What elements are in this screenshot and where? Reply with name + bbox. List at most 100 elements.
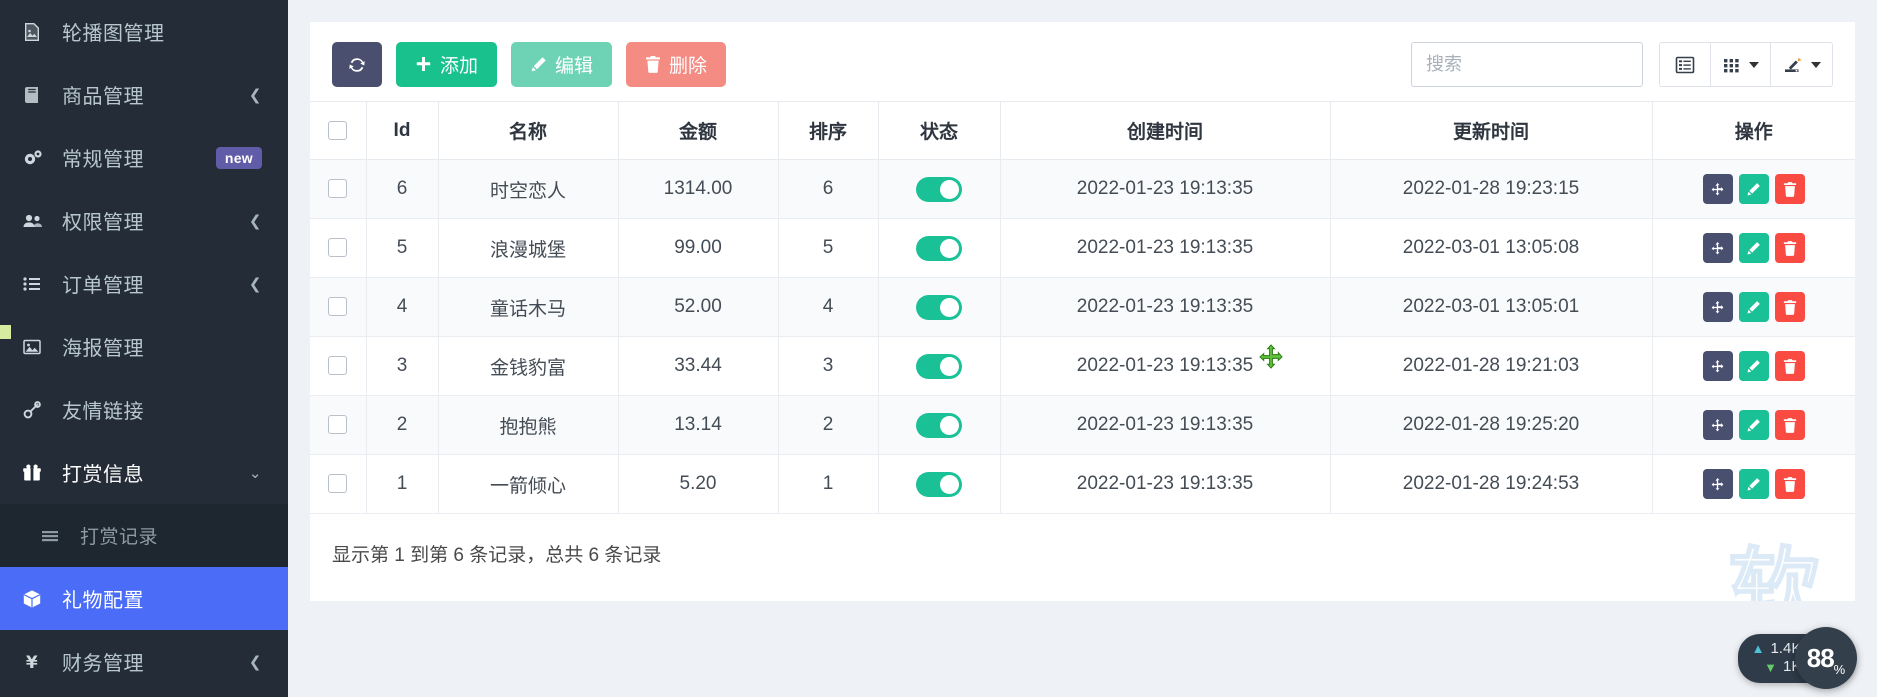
row-move-button[interactable] [1703, 351, 1733, 381]
row-checkbox[interactable] [328, 415, 347, 434]
cell-sort: 4 [778, 278, 878, 337]
sidebar-item-label: 海报管理 [62, 332, 262, 361]
sidebar-badge-new: new [216, 147, 262, 169]
row-edit-button[interactable] [1739, 469, 1769, 499]
sidebar-item-permissions[interactable]: 权限管理 ❮ [0, 189, 288, 252]
cell-actions [1652, 278, 1855, 337]
sidebar-item-gift-config[interactable]: 礼物配置 [0, 567, 288, 630]
cell-name: 时空恋人 [438, 160, 618, 219]
columns-dropdown-button[interactable] [1710, 42, 1771, 87]
select-all-checkbox[interactable] [328, 121, 347, 140]
cpu-percent-suffix: % [1834, 662, 1846, 677]
table-header-row: Id 名称 金额 排序 状态 创建时间 更新时间 操作 [310, 102, 1855, 160]
status-toggle[interactable] [916, 236, 962, 261]
table-row[interactable]: 5浪漫城堡99.0052022-01-23 19:13:352022-03-01… [310, 219, 1855, 278]
row-delete-button[interactable] [1775, 174, 1805, 204]
status-toggle[interactable] [916, 413, 962, 438]
cell-status [878, 219, 1000, 278]
row-delete-button[interactable] [1775, 292, 1805, 322]
users-icon [22, 211, 50, 231]
table-toolbar: 添加 编辑 删除 [310, 22, 1855, 101]
row-edit-button[interactable] [1739, 292, 1769, 322]
sidebar-item-reward-info[interactable]: 打赏信息 ⌄ [0, 441, 288, 504]
table-row[interactable]: 4童话木马52.0042022-01-23 19:13:352022-03-01… [310, 278, 1855, 337]
row-checkbox[interactable] [328, 474, 347, 493]
status-toggle[interactable] [916, 354, 962, 379]
status-toggle[interactable] [916, 472, 962, 497]
table-row[interactable]: 1一箭倾心5.2012022-01-23 19:13:352022-01-28 … [310, 455, 1855, 514]
row-delete-button[interactable] [1775, 410, 1805, 440]
col-sort[interactable]: 排序 [778, 102, 878, 160]
cell-id: 3 [366, 337, 438, 396]
cpu-percent-value: 88 [1807, 643, 1834, 674]
upload-speed: 1.4K/s [1770, 640, 1813, 659]
row-delete-button[interactable] [1775, 233, 1805, 263]
col-name[interactable]: 名称 [438, 102, 618, 160]
search-input[interactable] [1411, 42, 1643, 87]
row-checkbox[interactable] [328, 297, 347, 316]
network-monitor-widget[interactable]: ▲ 1.4K/s ▼ 1K/s 88 % [1738, 634, 1855, 684]
cpu-usage-dial[interactable]: 88 % [1795, 627, 1857, 689]
cell-created: 2022-01-23 19:13:35 [1000, 160, 1330, 219]
row-move-button[interactable] [1703, 410, 1733, 440]
col-id[interactable]: Id [366, 102, 438, 160]
export-dropdown-button[interactable] [1770, 42, 1833, 87]
sidebar-item-general[interactable]: 常规管理 new [0, 126, 288, 189]
sidebar-item-orders[interactable]: 订单管理 ❮ [0, 252, 288, 315]
detail-view-button[interactable] [1659, 42, 1711, 87]
upload-row: ▲ 1.4K/s [1752, 640, 1813, 659]
col-updated[interactable]: 更新时间 [1330, 102, 1652, 160]
sidebar-item-carousel[interactable]: 轮播图管理 [0, 0, 288, 63]
row-move-button[interactable] [1703, 292, 1733, 322]
col-status[interactable]: 状态 [878, 102, 1000, 160]
cell-sort: 1 [778, 455, 878, 514]
row-checkbox[interactable] [328, 179, 347, 198]
row-checkbox[interactable] [328, 356, 347, 375]
chevron-left-icon: ❮ [249, 653, 262, 671]
row-edit-button[interactable] [1739, 351, 1769, 381]
sidebar-item-finance[interactable]: ¥ 财务管理 ❮ [0, 630, 288, 693]
sidebar-item-reward-records[interactable]: 打赏记录 [0, 504, 288, 567]
row-delete-button[interactable] [1775, 469, 1805, 499]
row-edit-button[interactable] [1739, 410, 1769, 440]
col-created[interactable]: 创建时间 [1000, 102, 1330, 160]
book-icon [22, 85, 50, 105]
cell-created: 2022-01-23 19:13:35 [1000, 278, 1330, 337]
sidebar-item-links[interactable]: 友情链接 [0, 378, 288, 441]
row-delete-button[interactable] [1775, 351, 1805, 381]
caret-down-icon [1749, 62, 1759, 68]
detail-list-icon [1675, 55, 1695, 75]
row-edit-button[interactable] [1739, 174, 1769, 204]
status-toggle[interactable] [916, 295, 962, 320]
image-file-icon [22, 22, 50, 42]
arrow-down-icon: ▼ [1764, 660, 1777, 676]
row-move-button[interactable] [1703, 233, 1733, 263]
sidebar-item-products[interactable]: 商品管理 ❮ [0, 63, 288, 126]
cell-created: 2022-01-23 19:13:35 [1000, 396, 1330, 455]
export-icon [1782, 55, 1804, 75]
row-move-button[interactable] [1703, 174, 1733, 204]
delete-label: 删除 [669, 51, 707, 78]
cell-actions [1652, 455, 1855, 514]
edit-button[interactable]: 编辑 [511, 42, 612, 87]
cell-amount: 33.44 [618, 337, 778, 396]
delete-button[interactable]: 删除 [626, 42, 726, 87]
download-row: ▼ 1K/s [1752, 658, 1813, 677]
bars-icon [40, 526, 68, 546]
row-edit-button[interactable] [1739, 233, 1769, 263]
toolbar-right-group [1411, 42, 1833, 87]
row-select-cell [310, 160, 366, 219]
refresh-button[interactable] [332, 42, 382, 87]
trash-icon [645, 56, 661, 73]
col-amount[interactable]: 金额 [618, 102, 778, 160]
table-row[interactable]: 2抱抱熊13.1422022-01-23 19:13:352022-01-28 … [310, 396, 1855, 455]
row-move-button[interactable] [1703, 469, 1733, 499]
add-button[interactable]: 添加 [396, 42, 497, 87]
cell-amount: 1314.00 [618, 160, 778, 219]
chevron-left-icon: ❮ [249, 86, 262, 104]
sidebar-item-poster[interactable]: 海报管理 [0, 315, 288, 378]
table-row[interactable]: 6时空恋人1314.0062022-01-23 19:13:352022-01-… [310, 160, 1855, 219]
table-row[interactable]: 3金钱豹富33.4432022-01-23 19:13:352022-01-28… [310, 337, 1855, 396]
row-checkbox[interactable] [328, 238, 347, 257]
status-toggle[interactable] [916, 177, 962, 202]
